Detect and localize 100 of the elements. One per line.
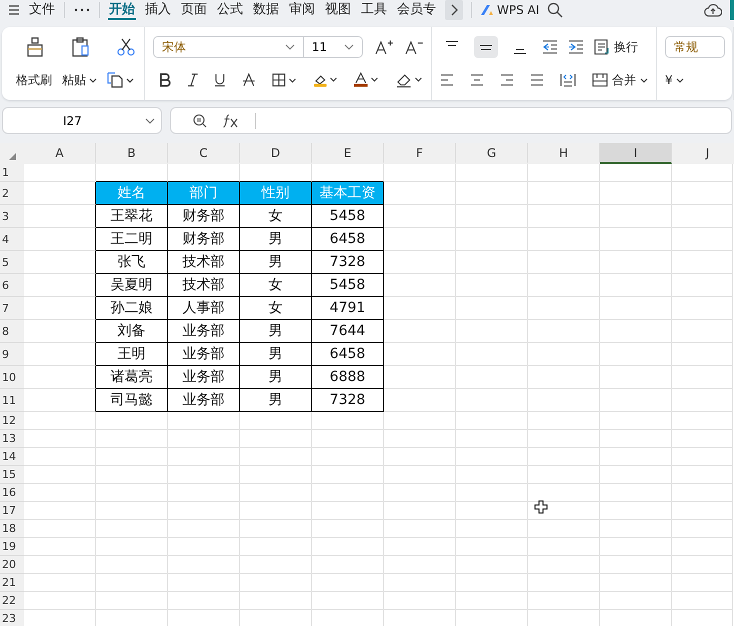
row-header[interactable]: 7: [0, 297, 24, 320]
strikethrough-icon[interactable]: [242, 73, 256, 87]
font-grow-icon[interactable]: [375, 39, 394, 55]
row-header[interactable]: 9: [0, 343, 24, 366]
eraser-icon[interactable]: [396, 72, 423, 88]
empty-cell: [672, 251, 733, 274]
row-header[interactable]: 20: [0, 556, 24, 574]
caret-icon: [284, 44, 295, 50]
menu-tab[interactable]: 公式: [216, 0, 244, 20]
row-header[interactable]: 10: [0, 366, 24, 389]
row-header[interactable]: 3: [0, 205, 24, 228]
row-header[interactable]: 15: [0, 466, 24, 484]
copy-icon[interactable]: [107, 72, 135, 88]
align-button[interactable]: [474, 36, 498, 58]
wps-ai-button[interactable]: WPS AI: [497, 3, 540, 17]
menu-icon[interactable]: [8, 5, 20, 15]
bold-icon[interactable]: [159, 73, 171, 87]
row-header[interactable]: 16: [0, 484, 24, 502]
table-cell: 男: [240, 366, 312, 389]
menu-tab[interactable]: 开始: [108, 0, 136, 20]
row-header[interactable]: 14: [0, 448, 24, 466]
menu-tab[interactable]: 数据: [252, 0, 280, 20]
row-header[interactable]: 17: [0, 502, 24, 520]
header-cell: 性别: [240, 182, 312, 205]
align-center-icon[interactable]: [470, 74, 484, 86]
row-header[interactable]: 13: [0, 430, 24, 448]
menu-tab[interactable]: 页面: [180, 0, 208, 20]
empty-cell: [528, 389, 600, 412]
font-color-icon[interactable]: [354, 72, 380, 88]
table-cell: 6458: [312, 228, 384, 251]
function-icon[interactable]: [223, 114, 239, 128]
outdent-icon[interactable]: [542, 40, 558, 54]
indent-icon[interactable]: [568, 40, 584, 54]
table-cell: 技术部: [168, 274, 240, 297]
row-header[interactable]: 21: [0, 574, 24, 592]
italic-icon[interactable]: [186, 73, 198, 87]
row-header[interactable]: 2: [0, 182, 24, 205]
empty-cell: [528, 366, 600, 389]
select-all-icon[interactable]: [8, 153, 16, 160]
row-header[interactable]: 5: [0, 251, 24, 274]
row-header[interactable]: 8: [0, 320, 24, 343]
merge-button[interactable]: 合并: [592, 72, 648, 88]
row-header[interactable]: 22: [0, 592, 24, 610]
align-right-icon[interactable]: [500, 74, 514, 86]
empty-cell: [456, 556, 528, 574]
scroll-right-button[interactable]: [445, 0, 463, 20]
row-header[interactable]: 11: [0, 389, 24, 412]
row-header[interactable]: 18: [0, 520, 24, 538]
menu-tab[interactable]: 插入: [144, 0, 172, 20]
empty-cell: [456, 164, 528, 182]
menu-tab[interactable]: 文件: [28, 0, 56, 20]
currency-button[interactable]: ¥: [665, 73, 684, 87]
more-icon[interactable]: [73, 7, 91, 13]
header-cell: 基本工资: [312, 182, 384, 205]
search-icon[interactable]: [547, 2, 564, 18]
scissors-icon[interactable]: [116, 37, 136, 57]
row-header[interactable]: 12: [0, 412, 24, 430]
row-header[interactable]: 23: [0, 610, 24, 626]
table-cell: 孙二娘: [96, 297, 168, 320]
menu-tab[interactable]: 工具: [360, 0, 388, 20]
empty-cell: [456, 274, 528, 297]
empty-cell: [456, 182, 528, 205]
number-format-dropdown[interactable]: 常规: [665, 36, 725, 58]
empty-cell: [384, 205, 456, 228]
font-size-dropdown[interactable]: 11: [304, 36, 364, 58]
distribute-icon[interactable]: [560, 73, 576, 87]
font-dropdown[interactable]: 宋体: [153, 36, 304, 58]
empty-cell: [168, 448, 240, 466]
align-left-icon[interactable]: [440, 74, 454, 86]
row-header[interactable]: 4: [0, 228, 24, 251]
underline-icon[interactable]: [214, 73, 226, 87]
empty-cell: [672, 228, 733, 251]
empty-cell: [240, 556, 312, 574]
font-shrink-icon[interactable]: [405, 39, 423, 55]
empty-cell: [384, 366, 456, 389]
table-cell: 财务部: [168, 205, 240, 228]
row-header[interactable]: 1: [0, 164, 24, 182]
formula-field[interactable]: [170, 107, 732, 134]
table-cell: 业务部: [168, 366, 240, 389]
empty-cell: [528, 320, 600, 343]
empty-cell: [384, 228, 456, 251]
empty-cell: [384, 320, 456, 343]
paste-button[interactable]: 粘贴: [62, 72, 97, 88]
justify-icon[interactable]: [530, 74, 544, 86]
name-box[interactable]: I27: [2, 107, 162, 134]
empty-cell: [600, 466, 672, 484]
wrap-text-button[interactable]: 换行: [594, 38, 638, 56]
column-header[interactable]: I: [600, 143, 672, 164]
empty-cell: [528, 520, 600, 538]
empty-cell: [528, 228, 600, 251]
menu-tab[interactable]: 审阅: [288, 0, 316, 20]
cloud-upload-icon[interactable]: [704, 3, 722, 17]
zoom-icon[interactable]: [193, 114, 207, 128]
row-header[interactable]: 19: [0, 538, 24, 556]
format-painter-button[interactable]: 格式刷: [16, 72, 52, 88]
border-icon[interactable]: [272, 73, 298, 87]
menu-tab[interactable]: 视图: [324, 0, 352, 20]
row-header[interactable]: 6: [0, 274, 24, 297]
menu-tab[interactable]: 会员专: [396, 0, 437, 20]
empty-cell: [384, 274, 456, 297]
